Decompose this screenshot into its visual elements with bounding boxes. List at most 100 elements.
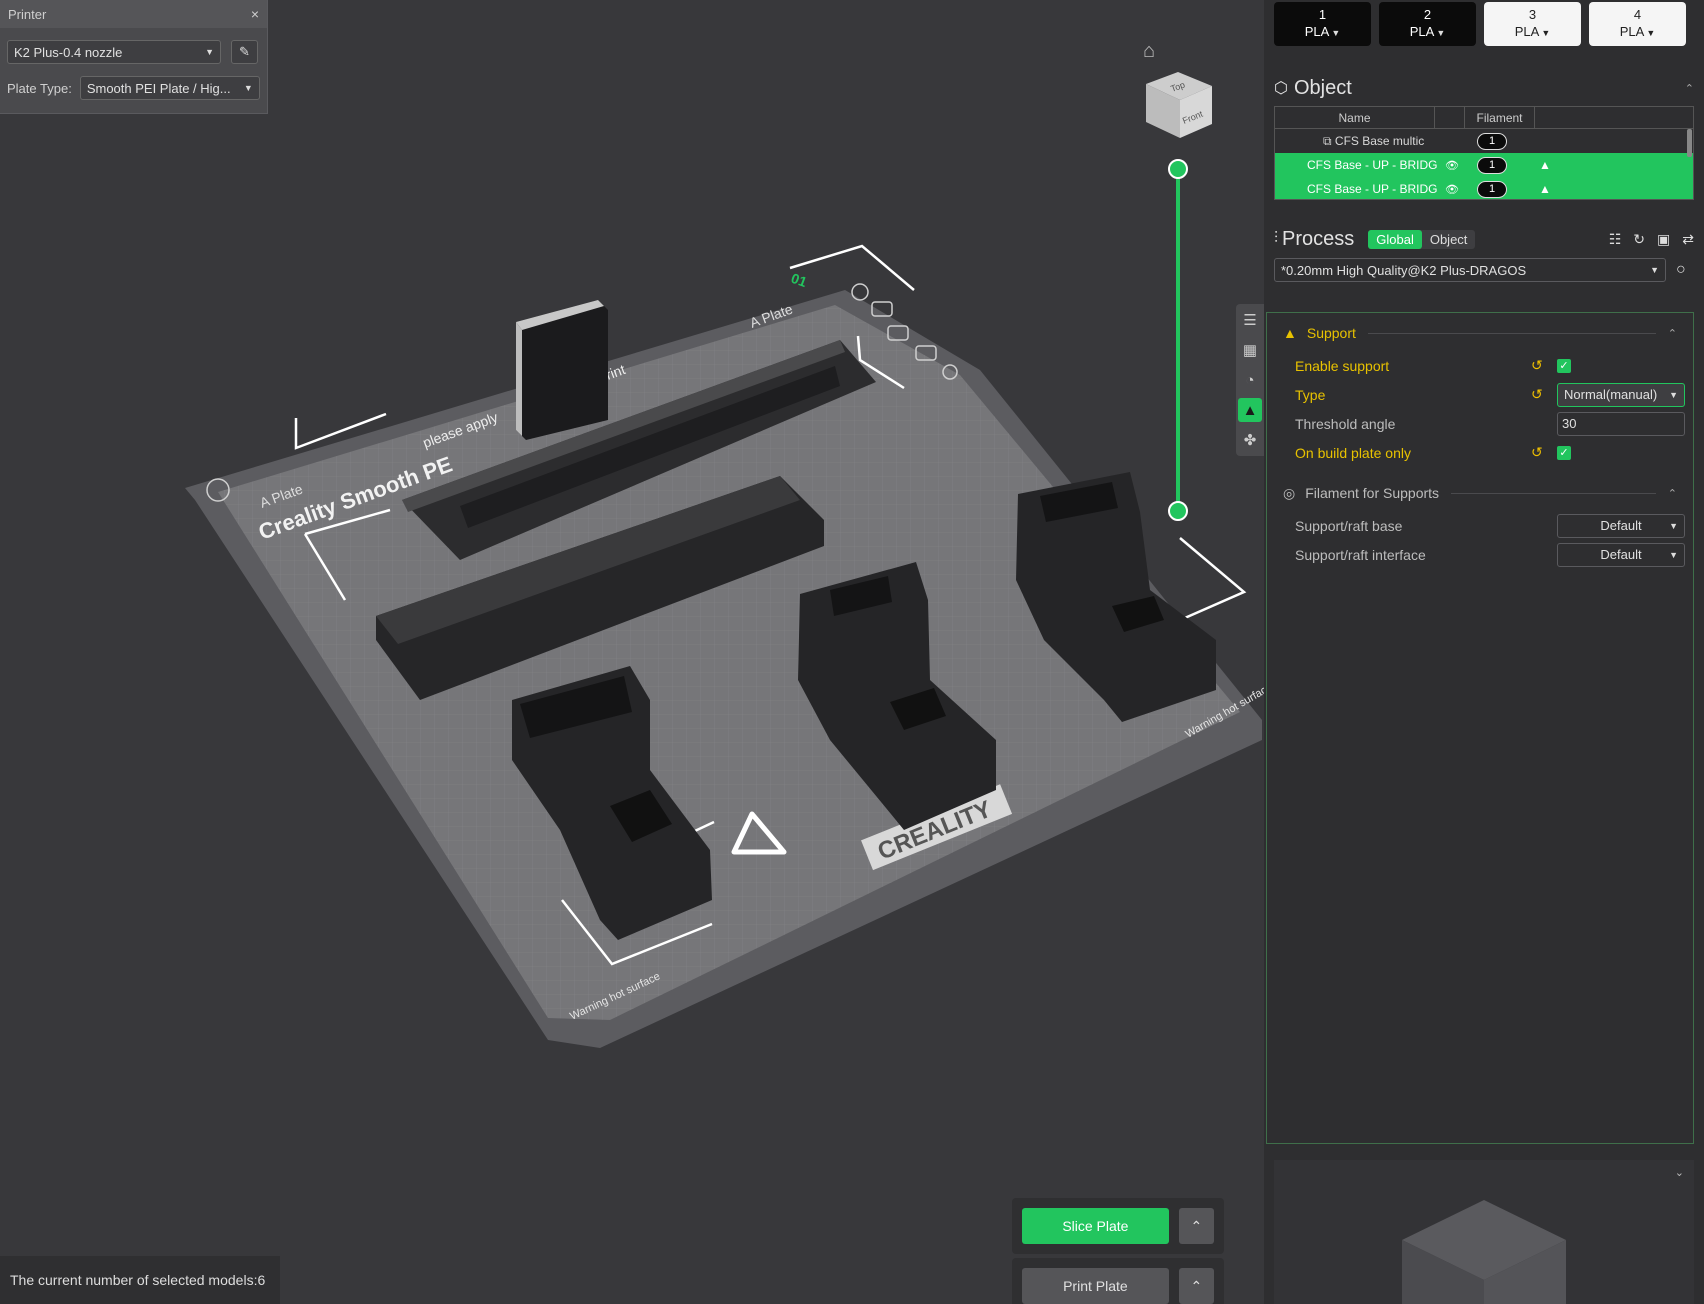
table-row[interactable]: CFS Base - UP - BRIDGE 👁 1 ▲ <box>1275 153 1693 177</box>
spool-icon: ◎ <box>1283 484 1296 501</box>
caret-down-icon: ▼ <box>1646 28 1656 38</box>
support-icon[interactable]: ▲ <box>1238 398 1262 422</box>
chevron-down-icon: ▼ <box>205 47 214 57</box>
speed-icon[interactable]: ◔ <box>1238 368 1262 392</box>
support-type-select[interactable]: Normal(manual) ▼ <box>1557 382 1685 407</box>
support-interface-value: Default <box>1600 547 1642 562</box>
support-paint-icon[interactable]: ▲ <box>1539 182 1551 196</box>
fuzzy-skin-icon[interactable]: ✤ <box>1238 428 1262 452</box>
filament-slot-3-type: PLA <box>1514 24 1540 39</box>
object-name: CFS Base - UP - BRIDGE <box>1307 182 1437 196</box>
search-icon[interactable]: ○ <box>1676 261 1686 279</box>
option-label: On build plate only <box>1295 444 1411 461</box>
layer-slider-top-handle[interactable] <box>1168 159 1188 179</box>
grid-icon[interactable]: ▦ <box>1238 338 1262 362</box>
filament-supports-group-header[interactable]: ◎ Filament for Supports ⌃ <box>1267 475 1693 511</box>
build-plate-only-checkbox[interactable]: ✓ <box>1557 445 1571 460</box>
table-row[interactable]: ⧉ CFS Base multic 1 <box>1275 129 1693 153</box>
layers-icon[interactable]: ☰ <box>1238 308 1262 332</box>
preview-model-thumbnail <box>1402 1200 1566 1304</box>
collapse-icon[interactable]: ⌃ <box>1668 487 1677 500</box>
collapse-icon[interactable]: ⌃ <box>1685 82 1694 95</box>
chevron-up-icon: ⌃ <box>1190 1217 1203 1234</box>
plate-type-select[interactable]: Smooth PEI Plate / Hig... ▼ <box>79 76 260 100</box>
global-tab[interactable]: Global <box>1368 229 1422 249</box>
object-tab[interactable]: Object <box>1422 230 1476 249</box>
support-type-value: Normal(manual) <box>1564 387 1658 402</box>
slicer-app: Creality Smooth PE please apply rint A P… <box>0 0 1704 1304</box>
layer-slider-track[interactable] <box>1176 168 1180 510</box>
object-name: CFS Base - UP - BRIDGE <box>1307 158 1437 172</box>
col-name-header[interactable]: Name <box>1275 107 1435 128</box>
slice-options-button[interactable]: ⌃ <box>1178 1208 1214 1244</box>
threshold-angle-input[interactable]: 30 <box>1557 411 1685 436</box>
chevron-down-icon: ▼ <box>1650 265 1659 275</box>
chevron-down-icon: ▼ <box>1669 520 1678 531</box>
object-list-scrollbar[interactable] <box>1687 129 1692 157</box>
caret-down-icon: ▼ <box>1541 28 1551 38</box>
print-bar: Print Plate ⌃ <box>1012 1258 1224 1304</box>
edit-printer-button[interactable]: ✎ <box>231 40 258 64</box>
slice-bar: Slice Plate ⌃ <box>1012 1198 1224 1254</box>
status-bar: The current number of selected models:6 <box>0 1256 280 1304</box>
filament-slot-2-num: 2 <box>1423 7 1432 22</box>
process-settings-panel: ▲ Support ⌃ Enable support ↺ ✓ Type ↺ No… <box>1266 312 1694 1144</box>
save-icon[interactable]: ▣ <box>1657 231 1670 248</box>
reset-icon[interactable]: ↻ <box>1633 231 1645 248</box>
printer-select[interactable]: K2 Plus-0.4 nozzle ▼ <box>7 40 221 64</box>
plate-number-label: 01 <box>789 270 809 290</box>
eye-icon[interactable]: 👁 <box>1437 183 1467 196</box>
collapse-icon[interactable]: ⌃ <box>1668 327 1677 340</box>
home-icon[interactable]: ⌂ <box>1143 40 1155 63</box>
support-group-header[interactable]: ▲ Support ⌃ <box>1267 315 1693 351</box>
plate-preview[interactable]: ⌄ <box>1274 1160 1694 1304</box>
support-base-select[interactable]: Default ▼ <box>1557 513 1685 538</box>
process-preset-select[interactable]: *0.20mm High Quality@K2 Plus-DRAGOS ▼ <box>1274 258 1666 282</box>
object-filament-pill[interactable]: 1 <box>1477 180 1507 198</box>
option-label: Type <box>1295 386 1326 403</box>
filament-slot-4-type: PLA <box>1619 24 1645 39</box>
printer-panel-header: Printer × <box>0 0 267 28</box>
option-support-interface: Support/raft interface Default ▼ <box>1267 540 1693 569</box>
reset-icon[interactable]: ↺ <box>1531 386 1555 403</box>
filament-slot-4[interactable]: 4 PLA ▼ <box>1589 2 1686 46</box>
3d-viewport[interactable]: Creality Smooth PE please apply rint A P… <box>0 0 1264 1304</box>
layer-slider-bottom-handle[interactable] <box>1168 501 1188 521</box>
expand-icon[interactable]: ⌄ <box>1675 1166 1684 1179</box>
print-options-button[interactable]: ⌃ <box>1178 1268 1214 1304</box>
object-filament-pill[interactable]: 1 <box>1477 156 1507 174</box>
option-support-base: Support/raft base Default ▼ <box>1267 511 1693 540</box>
object-section-title: Object <box>1293 76 1352 99</box>
support-interface-select[interactable]: Default ▼ <box>1557 542 1685 567</box>
filament-slot-2[interactable]: 2 PLA ▼ <box>1379 2 1476 46</box>
object-list[interactable]: Name Filament ⧉ CFS Base multic 1 CFS Ba… <box>1274 106 1694 200</box>
list-icon[interactable]: ☷ <box>1609 231 1622 248</box>
printer-panel: Printer × K2 Plus-0.4 nozzle ▼ ✎ Plate T… <box>0 0 268 114</box>
object-section-header: ⬡ Object ⌃ <box>1264 70 1704 106</box>
reset-icon[interactable]: ↺ <box>1531 357 1555 374</box>
process-preset-value: *0.20mm High Quality@K2 Plus-DRAGOS <box>1281 262 1527 278</box>
filament-slot-1[interactable]: 1 PLA ▼ <box>1274 2 1371 46</box>
view-cube[interactable]: Top Front <box>1140 66 1220 146</box>
compare-icon[interactable]: ⇄ <box>1682 231 1694 248</box>
filament-slot-3[interactable]: 3 PLA ▼ <box>1484 2 1581 46</box>
support-paint-icon[interactable]: ▲ <box>1539 158 1551 172</box>
slice-plate-button[interactable]: Slice Plate <box>1022 1208 1169 1244</box>
plate-type-label: Plate Type: <box>7 80 72 96</box>
sliders-icon: ⫶ <box>1274 230 1279 247</box>
printer-panel-title: Printer <box>8 6 47 22</box>
print-plate-button[interactable]: Print Plate <box>1022 1268 1169 1304</box>
option-build-plate-only: On build plate only ↺ ✓ <box>1267 438 1693 467</box>
table-row[interactable]: CFS Base - UP - BRIDGE 👁 1 ▲ <box>1275 177 1693 199</box>
object-filament-pill[interactable]: 1 <box>1477 132 1507 150</box>
eye-icon[interactable]: 👁 <box>1437 159 1467 172</box>
filament-slot-1-num: 1 <box>1318 7 1327 22</box>
close-icon[interactable]: × <box>251 6 259 22</box>
side-toolstrip: ☰ ▦ ◔ ▲ ✤ <box>1236 304 1264 456</box>
build-plate-scene[interactable]: Creality Smooth PE please apply rint A P… <box>0 0 1264 1304</box>
col-filament-header[interactable]: Filament <box>1465 107 1535 128</box>
enable-support-checkbox[interactable]: ✓ <box>1557 358 1571 373</box>
model-standing-plate[interactable] <box>516 300 608 440</box>
option-threshold-angle: Threshold angle 30 <box>1267 409 1693 438</box>
reset-icon[interactable]: ↺ <box>1531 444 1555 461</box>
